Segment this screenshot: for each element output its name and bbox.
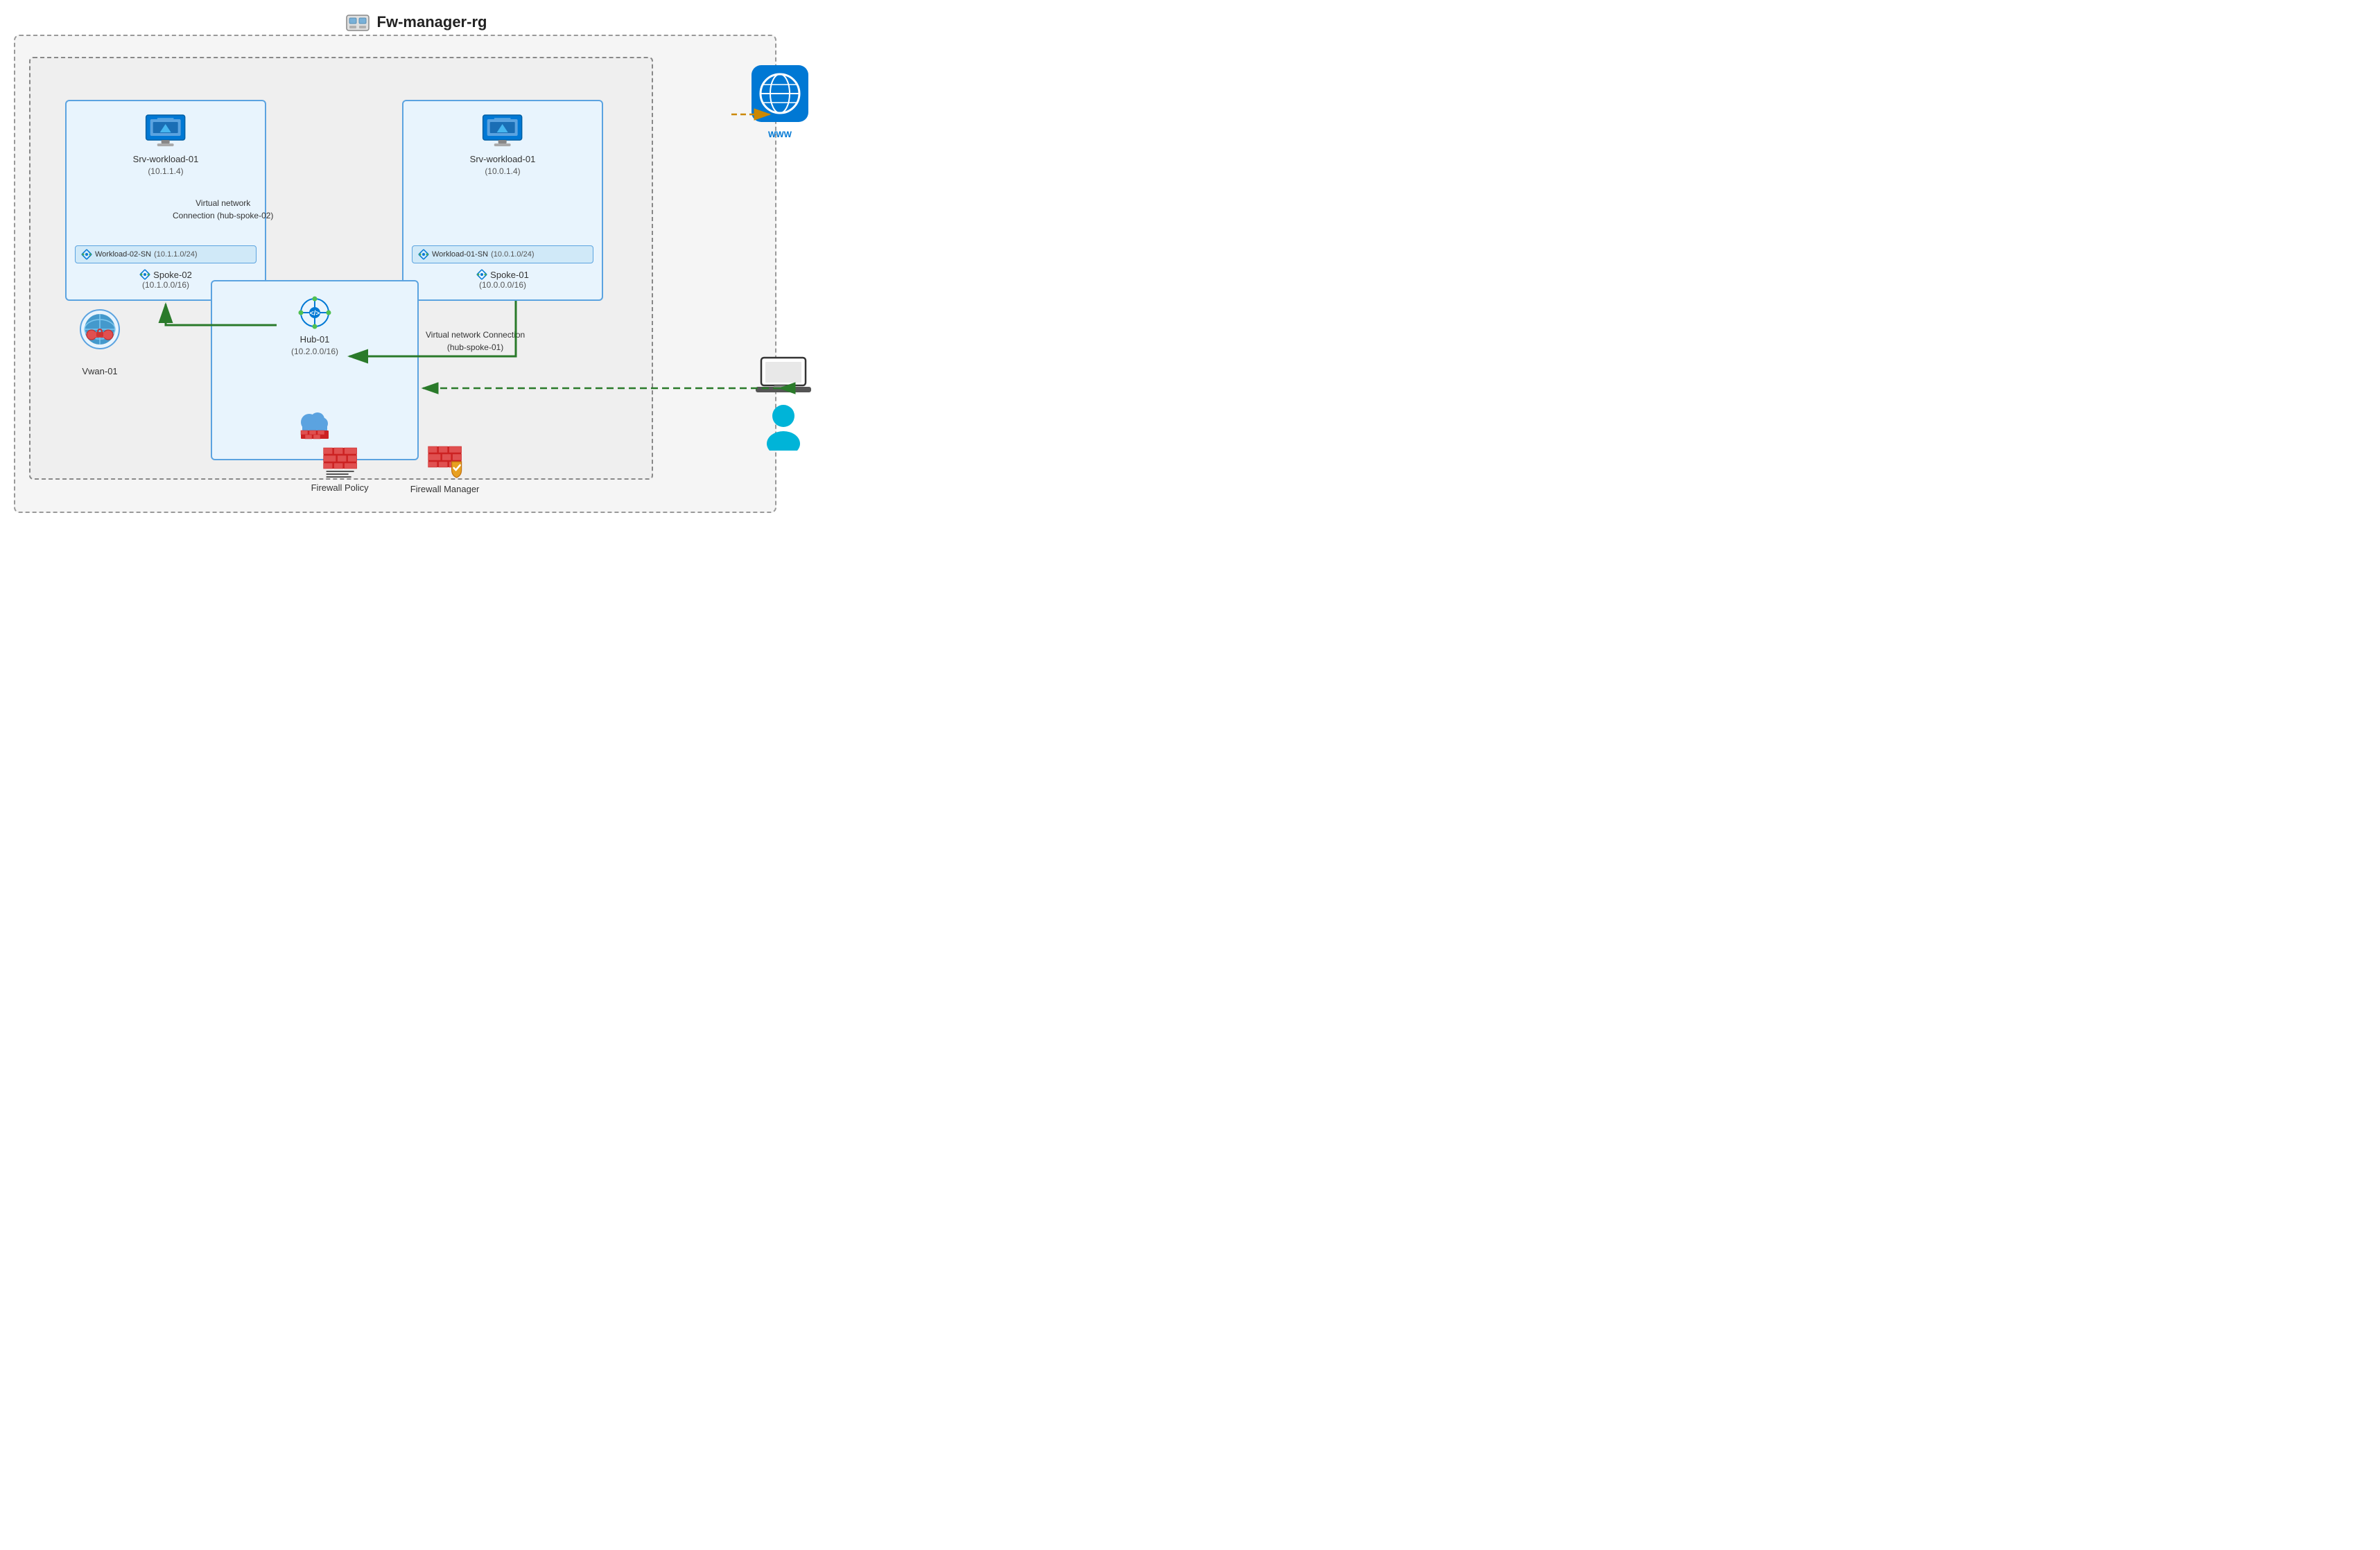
firewall-manager-icon [426, 441, 464, 480]
vm-left-icon [144, 114, 188, 150]
connection-label-02: Virtual networkConnection (hub-spoke-02) [173, 197, 273, 222]
rg-title: Fw-manager-rg [377, 13, 487, 31]
firewall-policy-icon [320, 442, 359, 478]
rg-box: Srv-workload-01 (10.1.1.4) Workload-02-S… [14, 35, 776, 513]
laptop-icon [756, 355, 811, 397]
inner-box: Srv-workload-01 (10.1.1.4) Workload-02-S… [29, 57, 653, 480]
hub-icon: </> [294, 295, 336, 330]
subnet-right-icon [418, 249, 429, 260]
vwan-icon [72, 304, 128, 360]
subnet-left-icon [81, 249, 92, 260]
firewall-manager-legend: Firewall Manager [410, 441, 480, 494]
www-icon [749, 62, 811, 125]
vm-left-label: Srv-workload-01 (10.1.1.4) [133, 153, 199, 177]
hub-label: Hub-01 (10.2.0.0/16) [291, 333, 338, 358]
hub-box: </> Hub-01 (10.2.0.0/16) [211, 280, 419, 460]
vwan-area: Vwan-01 [72, 304, 128, 376]
rg-icon [345, 10, 370, 35]
vnet-right: Srv-workload-01 (10.0.1.4) Workload-01-S… [402, 100, 603, 301]
user-icon [761, 402, 806, 451]
www-area: WWW [749, 62, 811, 125]
rg-header: Fw-manager-rg [0, 10, 832, 35]
vnet-left-icon [139, 269, 150, 280]
svg-text:</>: </> [310, 310, 320, 317]
vm-right-icon [480, 114, 525, 150]
diagram-root: Fw-manager-rg [0, 0, 832, 541]
connection-label-01: Virtual network Connection(hub-spoke-01) [426, 329, 525, 354]
legend-area: Firewall Policy [311, 441, 480, 494]
user-area [756, 355, 811, 451]
firewall-hub-icon [295, 407, 334, 442]
vm-right-label: Srv-workload-01 (10.0.1.4) [470, 153, 536, 177]
vnet-right-label: Spoke-01 (10.0.0.0/16) [403, 269, 602, 290]
subnet-right: Workload-01-SN (10.0.1.0/24) [412, 245, 593, 263]
firewall-policy-legend: Firewall Policy [311, 442, 369, 493]
subnet-left: Workload-02-SN (10.1.1.0/24) [75, 245, 257, 263]
vnet-right-icon2 [476, 269, 487, 280]
